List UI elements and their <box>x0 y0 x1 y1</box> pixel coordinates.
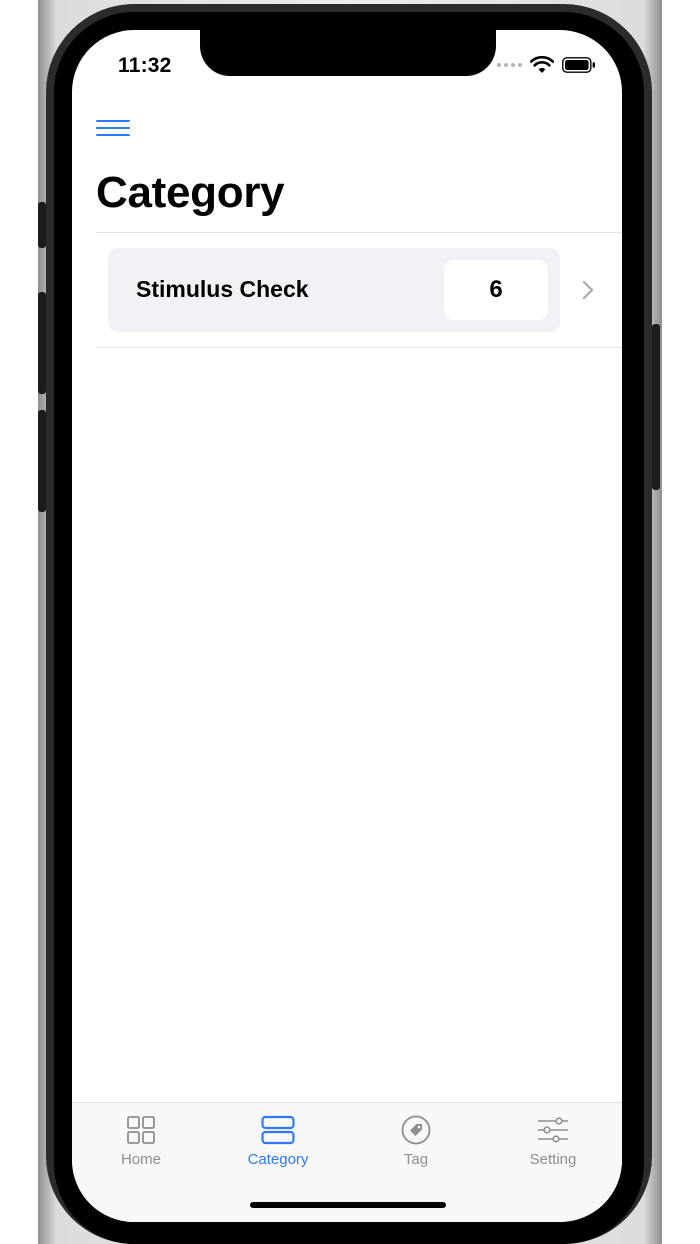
cellular-signal-icon <box>497 63 522 67</box>
battery-icon <box>562 57 595 73</box>
category-name: Stimulus Check <box>136 276 309 302</box>
chevron-right-icon[interactable] <box>580 280 596 300</box>
tab-category[interactable]: Category <box>223 1115 333 1168</box>
tag-icon <box>401 1115 431 1145</box>
device-stage: 11:32 Category Stimulus Check 6 Home Cat… <box>0 0 700 1244</box>
tab-home[interactable]: Home <box>86 1115 196 1168</box>
category-row[interactable]: Stimulus Check 6 <box>108 248 560 332</box>
status-time: 11:32 <box>118 54 172 77</box>
category-count-badge: 6 <box>444 260 548 320</box>
tab-setting-label: Setting <box>529 1151 577 1168</box>
tab-setting[interactable]: Setting <box>498 1115 608 1168</box>
sliders-icon <box>538 1117 568 1143</box>
power-button <box>652 324 660 490</box>
hamburger-icon[interactable] <box>96 120 130 142</box>
home-indicator[interactable] <box>250 1202 446 1208</box>
tab-tag[interactable]: Tag <box>361 1115 471 1168</box>
stack-icon <box>261 1115 295 1145</box>
volume-down-button <box>38 410 46 512</box>
status-indicators <box>497 56 596 74</box>
notch <box>200 30 496 76</box>
tab-tag-label: Tag <box>403 1151 429 1168</box>
volume-up-button <box>38 292 46 394</box>
app-screen: 11:32 Category Stimulus Check 6 Home Cat… <box>72 30 622 1222</box>
list-top-divider <box>96 232 622 233</box>
page-title: Category <box>96 168 285 217</box>
list-bottom-divider <box>96 347 622 348</box>
grid-icon <box>127 1116 155 1144</box>
tab-home-label: Home <box>120 1151 161 1168</box>
silent-switch <box>38 202 46 248</box>
wifi-icon <box>530 56 554 73</box>
tab-category-label: Category <box>247 1151 309 1168</box>
